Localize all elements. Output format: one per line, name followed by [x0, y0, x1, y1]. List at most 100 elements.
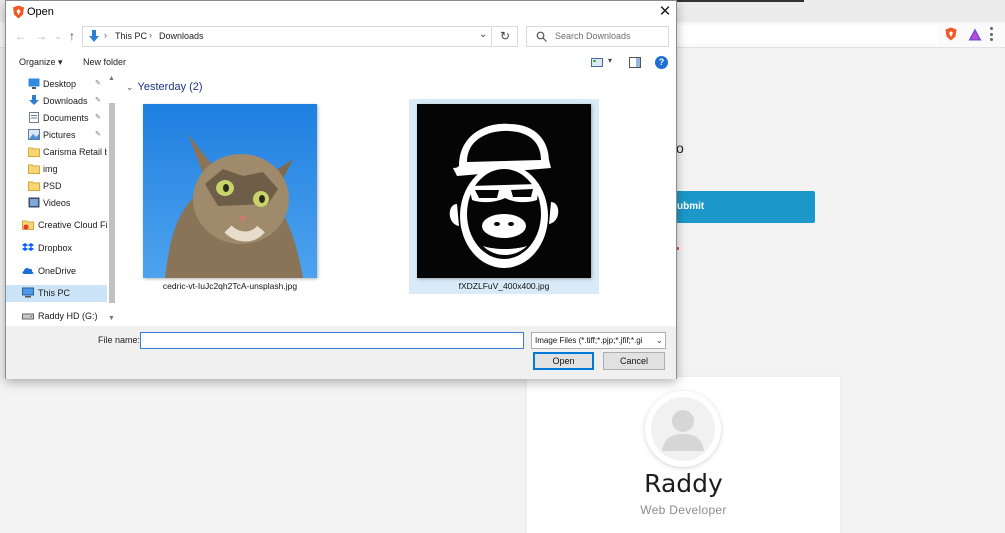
- sidebar-item-raddy-hd[interactable]: Raddy HD (G:): [6, 308, 110, 325]
- view-options-icon[interactable]: ▾: [591, 56, 615, 68]
- sidebar-item-this-pc[interactable]: This PC: [6, 285, 110, 302]
- search-input[interactable]: Search Downloads: [526, 26, 669, 47]
- back-arrow-icon[interactable]: ←: [14, 29, 28, 43]
- cat-photo-thumbnail: [143, 104, 317, 278]
- open-file-dialog: Open ✕ ← → ⌄ ↑ › This PC › Downloads ⌄ ↻…: [5, 0, 677, 379]
- downloads-icon: [29, 95, 39, 105]
- sidebar-item-label: PSD: [43, 181, 62, 191]
- monkey-logo-thumbnail: [417, 104, 591, 278]
- breadcrumb-downloads[interactable]: Downloads: [159, 31, 204, 41]
- sidebar-item-img[interactable]: img: [6, 161, 110, 178]
- chevron-down-icon[interactable]: ⌄: [126, 82, 134, 93]
- file-name-label: File name:: [98, 335, 141, 345]
- desktop-icon: [28, 78, 40, 89]
- file-name: cedric-vt-IuJc2qh2TcA-unsplash.jpg: [162, 281, 298, 291]
- breadcrumb-separator: ›: [104, 30, 107, 40]
- videos-icon: [28, 197, 40, 208]
- browser-address-field[interactable]: [676, 25, 938, 44]
- close-icon[interactable]: ✕: [654, 3, 676, 21]
- navigation-scrollbar[interactable]: ▲ ▼: [107, 75, 117, 326]
- dialog-titlebar[interactable]: Open ✕: [6, 1, 676, 23]
- sidebar-item-label: Raddy HD (G:): [38, 311, 98, 321]
- sidebar-item-label: img: [43, 164, 58, 174]
- recent-locations-icon[interactable]: ⌄: [51, 29, 65, 43]
- brave-rewards-icon[interactable]: [968, 28, 982, 41]
- browser-menu-icon[interactable]: [990, 27, 994, 41]
- creative-cloud-icon: [22, 220, 34, 230]
- sidebar-item-documents[interactable]: Documents ✎: [6, 110, 110, 127]
- breadcrumb-this-pc[interactable]: This PC: [115, 31, 147, 41]
- file-name: fXDZLFuV_400x400.jpg: [458, 281, 550, 291]
- sidebar-item-creative-cloud[interactable]: Creative Cloud Fil: [6, 217, 110, 234]
- folder-icon: [28, 147, 40, 157]
- this-pc-icon: [22, 287, 34, 298]
- sidebar-item-label: Carisma Retail b: [43, 147, 110, 157]
- profile-name: Raddy: [644, 469, 723, 498]
- pin-icon: ✎: [95, 131, 101, 138]
- sidebar-item-label: Pictures: [43, 130, 76, 140]
- dialog-footer: File name: ⌄ Image Files (*.tiff;*.pjp;*…: [6, 326, 676, 379]
- pin-icon: ✎: [95, 80, 101, 87]
- navigation-pane: Desktop ✎ Downloads ✎ Documents ✎ Pictur…: [6, 75, 117, 326]
- preview-pane-icon[interactable]: [629, 57, 641, 68]
- search-icon: [536, 31, 547, 42]
- dialog-title: Open: [27, 6, 54, 18]
- command-bar: Organize ▾ New folder ▾ ?: [6, 52, 676, 74]
- downloads-icon: [89, 30, 99, 42]
- sidebar-item-dropbox[interactable]: Dropbox: [6, 240, 110, 257]
- dropbox-icon: [22, 243, 34, 251]
- scroll-down-icon[interactable]: ▼: [108, 315, 115, 322]
- file-item-monkey-logo[interactable]: fXDZLFuV_400x400.jpg: [409, 99, 599, 294]
- organize-button[interactable]: Organize ▾: [19, 57, 63, 68]
- sidebar-item-carisma[interactable]: Carisma Retail b: [6, 144, 110, 161]
- sidebar-item-videos[interactable]: Videos: [6, 195, 110, 212]
- group-header[interactable]: ⌄ Yesterday (2): [126, 81, 203, 93]
- profile-role: Web Developer: [640, 503, 727, 517]
- file-item-cat[interactable]: cedric-vt-IuJc2qh2TcA-unsplash.jpg: [135, 99, 325, 294]
- sidebar-item-label: Downloads: [43, 96, 88, 106]
- address-bar[interactable]: › This PC › Downloads ⌄: [82, 26, 492, 47]
- pictures-icon: [28, 129, 40, 140]
- view-dropdown-icon[interactable]: ▾: [608, 56, 612, 65]
- sidebar-item-label: Desktop: [43, 79, 77, 89]
- sidebar-item-label: Videos: [43, 198, 71, 208]
- onedrive-icon: [22, 267, 34, 274]
- group-label: Yesterday (2): [137, 81, 203, 93]
- sidebar-item-desktop[interactable]: Desktop ✎: [6, 76, 110, 93]
- refresh-icon[interactable]: ↻: [493, 26, 518, 47]
- file-name-input[interactable]: ⌄: [140, 332, 652, 349]
- sidebar-item-label: OneDrive: [38, 266, 77, 276]
- documents-icon: [29, 112, 39, 123]
- sidebar-item-pictures[interactable]: Pictures ✎: [6, 127, 110, 144]
- sidebar-item-label: Dropbox: [38, 243, 73, 253]
- sidebar-item-downloads[interactable]: Downloads ✎: [6, 93, 110, 110]
- brave-shield-icon[interactable]: [944, 27, 958, 41]
- profile-card: Raddy Web Developer: [527, 377, 840, 533]
- avatar: [645, 391, 721, 467]
- sidebar-item-label: Creative Cloud Fil: [38, 220, 110, 230]
- scrollbar-thumb[interactable]: [109, 103, 115, 303]
- folder-icon: [28, 181, 40, 191]
- sidebar-item-onedrive[interactable]: OneDrive: [6, 263, 110, 280]
- sidebar-item-label: Documents: [43, 113, 89, 123]
- file-type-select[interactable]: Image Files (*.tiff;*.pjp;*.jfif;*.gi ⌄: [531, 332, 666, 349]
- user-placeholder-icon: [645, 391, 721, 467]
- up-arrow-icon[interactable]: ↑: [65, 29, 79, 43]
- new-folder-button[interactable]: New folder: [83, 57, 126, 67]
- scroll-up-icon[interactable]: ▲: [108, 75, 115, 82]
- chevron-down-icon[interactable]: ⌄: [479, 29, 487, 40]
- pin-icon: ✎: [95, 97, 101, 104]
- sidebar-item-label: This PC: [38, 288, 71, 298]
- drive-icon: [22, 313, 34, 320]
- folder-icon: [28, 164, 40, 174]
- form-heading-fragment: o: [676, 140, 684, 156]
- sidebar-item-psd[interactable]: PSD: [6, 178, 110, 195]
- brave-app-icon: [13, 5, 24, 19]
- chevron-down-icon[interactable]: ⌄: [655, 335, 663, 346]
- file-list: ⌄ Yesterday (2) cedric-vt-IuJc2qh2TcA-un…: [119, 75, 676, 326]
- open-button[interactable]: Open: [533, 352, 594, 370]
- help-icon[interactable]: ?: [655, 56, 668, 69]
- forward-arrow-icon[interactable]: →: [34, 29, 48, 43]
- search-placeholder: Search Downloads: [555, 31, 631, 41]
- cancel-button[interactable]: Cancel: [603, 352, 665, 370]
